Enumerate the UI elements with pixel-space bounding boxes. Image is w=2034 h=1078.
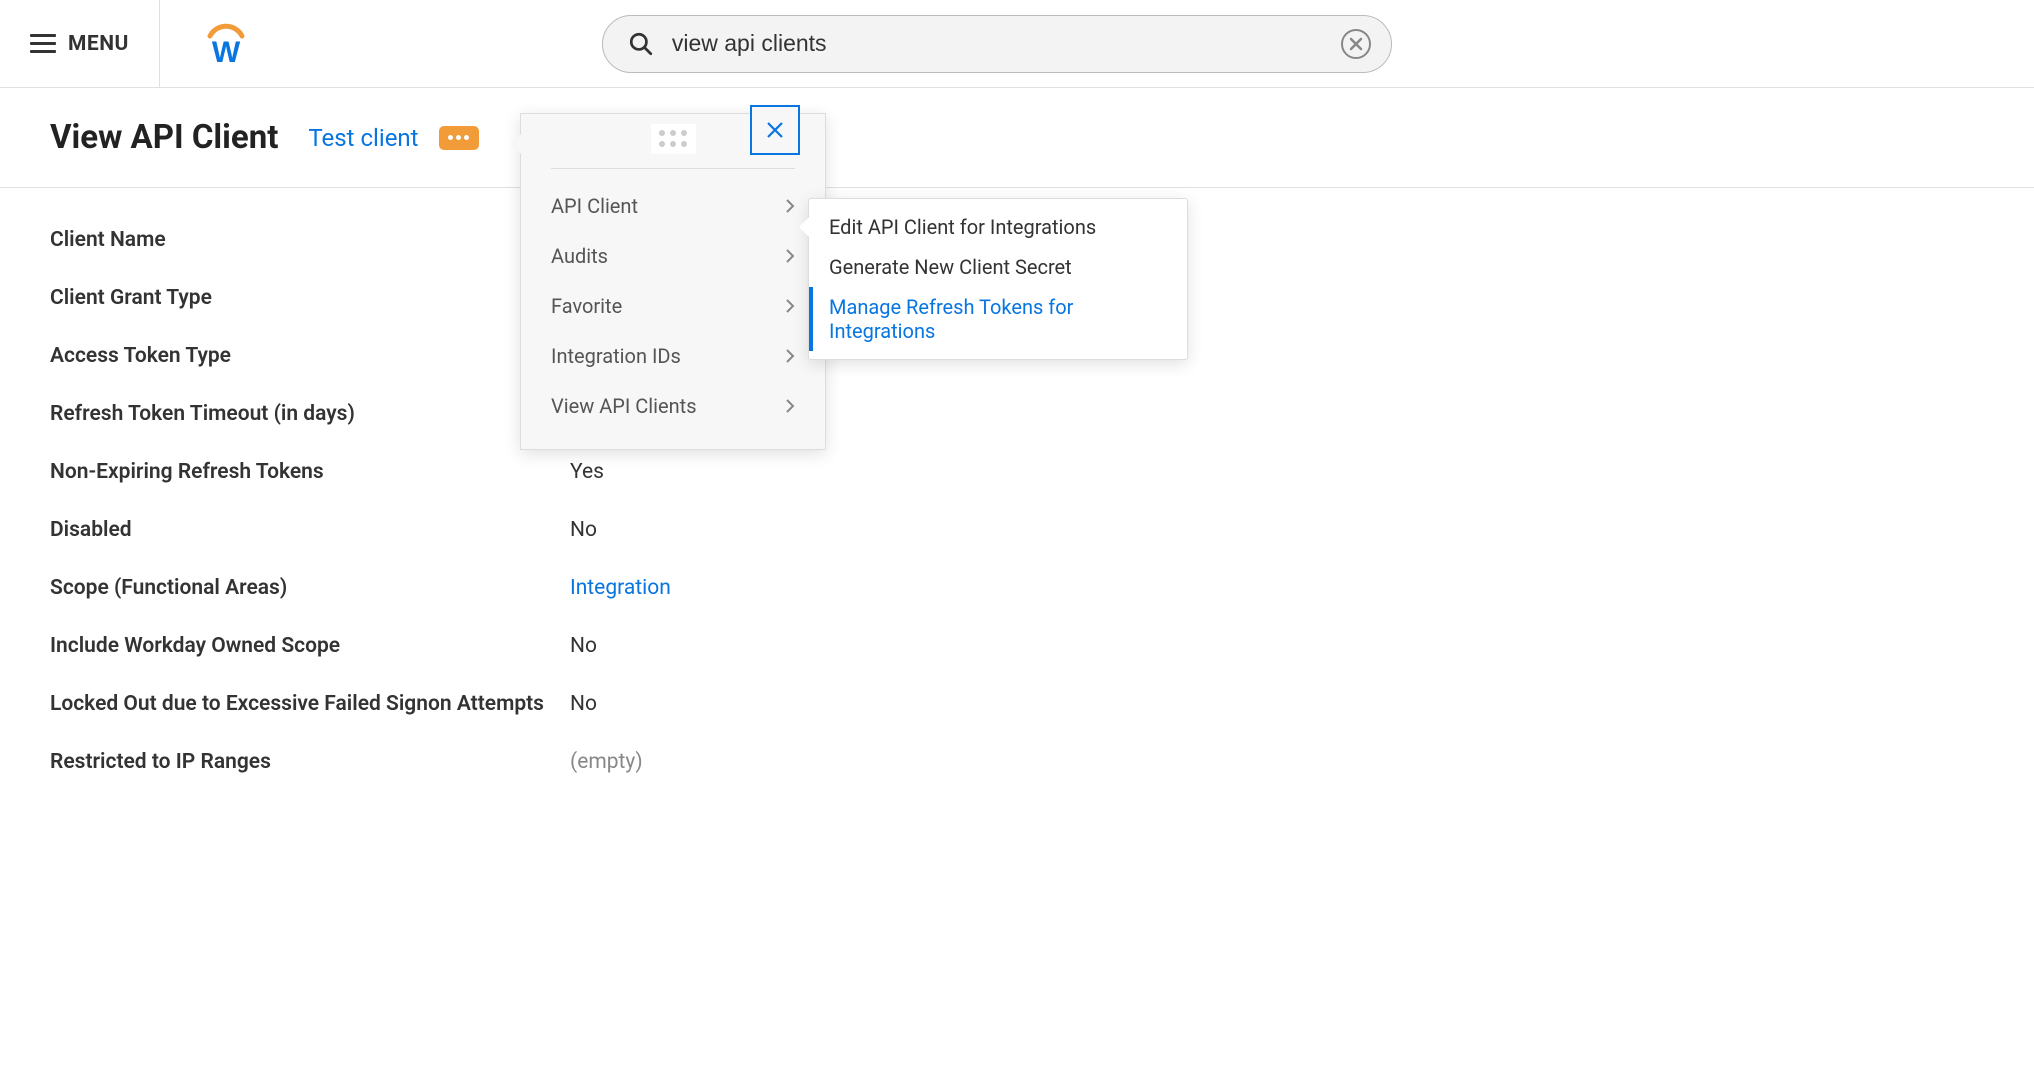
menu-item-label: Integration IDs (551, 344, 681, 368)
field-row: Refresh Token Timeout (in days) (50, 402, 1984, 426)
menu-item-favorite[interactable]: Favorite (521, 281, 825, 331)
chevron-right-icon (785, 398, 795, 414)
field-label: Client Grant Type (50, 286, 570, 310)
field-label: Non-Expiring Refresh Tokens (50, 460, 570, 484)
menu-item-integration-ids[interactable]: Integration IDs (521, 331, 825, 381)
close-icon (765, 120, 785, 140)
page-header: View API Client Test client (0, 88, 2034, 188)
chevron-right-icon (785, 348, 795, 364)
search-box[interactable] (602, 15, 1392, 73)
workday-logo[interactable]: W (200, 18, 252, 70)
field-label: Refresh Token Timeout (in days) (50, 402, 570, 426)
field-value-empty: (empty) (570, 750, 643, 774)
field-row: Scope (Functional Areas) Integration (50, 576, 1984, 600)
field-label: Access Token Type (50, 344, 570, 368)
field-value: No (570, 518, 597, 542)
close-icon (1349, 37, 1363, 51)
chevron-right-icon (785, 198, 795, 214)
search-clear-button[interactable] (1341, 29, 1371, 59)
page-title: View API Client (50, 118, 278, 157)
svg-text:W: W (212, 36, 241, 69)
field-value: No (570, 634, 597, 658)
field-row: Disabled No (50, 518, 1984, 542)
hamburger-icon (30, 34, 56, 53)
menu-item-label: Favorite (551, 294, 622, 318)
field-value: Yes (570, 460, 604, 484)
popover-close-button[interactable] (750, 105, 800, 155)
popover-header (551, 114, 795, 169)
submenu-item-edit-api-client[interactable]: Edit API Client for Integrations (809, 207, 1187, 247)
search-icon (628, 31, 654, 57)
search-input[interactable] (672, 30, 1341, 57)
popover-caret (511, 134, 521, 154)
field-label: Scope (Functional Areas) (50, 576, 570, 600)
client-name-link[interactable]: Test client (308, 124, 418, 152)
menu-item-label: Audits (551, 244, 608, 268)
field-row: Restricted to IP Ranges (empty) (50, 750, 1984, 774)
submenu-caret (799, 217, 809, 237)
submenu-item-manage-refresh-tokens[interactable]: Manage Refresh Tokens for Integrations (809, 287, 1187, 351)
chevron-right-icon (785, 248, 795, 264)
field-label: Locked Out due to Excessive Failed Signo… (50, 692, 570, 716)
menu-item-audits[interactable]: Audits (521, 231, 825, 281)
menu-button[interactable]: MENU (0, 0, 160, 87)
menu-label: MENU (68, 32, 129, 56)
chevron-right-icon (785, 298, 795, 314)
field-row: Non-Expiring Refresh Tokens Yes (50, 460, 1984, 484)
field-label: Include Workday Owned Scope (50, 634, 570, 658)
field-value-link[interactable]: Integration (570, 576, 671, 600)
menu-item-label: API Client (551, 194, 638, 218)
top-bar: MENU W (0, 0, 2034, 88)
field-label: Restricted to IP Ranges (50, 750, 570, 774)
field-row: Include Workday Owned Scope No (50, 634, 1984, 658)
popover-menu-list: API Client Audits Favorite Integration I… (521, 169, 825, 449)
api-client-submenu: Edit API Client for Integrations Generat… (808, 198, 1188, 360)
field-value: No (570, 692, 597, 716)
related-actions-popover: API Client Audits Favorite Integration I… (520, 113, 826, 450)
menu-item-label: View API Clients (551, 394, 697, 418)
menu-item-api-client[interactable]: API Client (521, 181, 825, 231)
submenu-item-generate-secret[interactable]: Generate New Client Secret (809, 247, 1187, 287)
menu-item-view-api-clients[interactable]: View API Clients (521, 381, 825, 431)
drag-handle-icon[interactable] (651, 124, 696, 154)
field-label: Client Name (50, 228, 570, 252)
field-label: Disabled (50, 518, 570, 542)
field-row: Locked Out due to Excessive Failed Signo… (50, 692, 1984, 716)
related-actions-button[interactable] (439, 126, 479, 150)
